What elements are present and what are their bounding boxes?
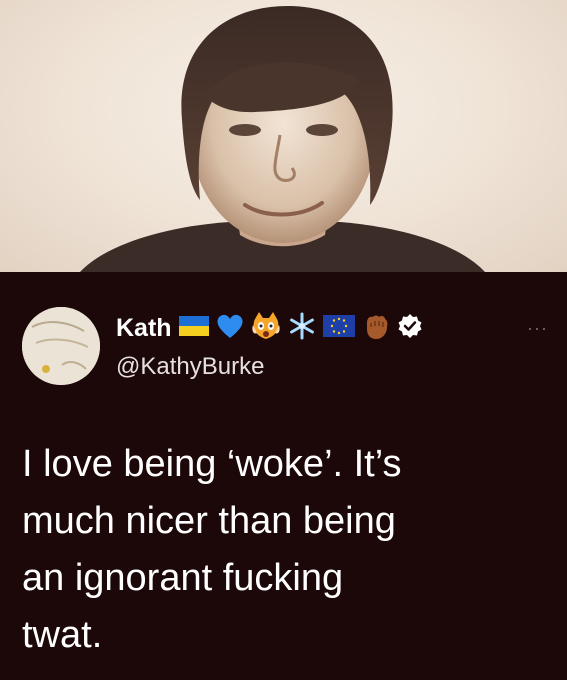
- verified-badge-icon: [397, 313, 423, 344]
- blue-heart-icon: [216, 313, 244, 344]
- header-photo: [0, 0, 567, 272]
- snowflake-icon: [288, 312, 316, 345]
- avatar-image: [22, 307, 100, 385]
- user-handle[interactable]: @KathyBurke: [116, 352, 264, 382]
- tweet-text-line: I love being ‘woke’. It’s: [22, 443, 402, 485]
- tweet-text-line: twat.: [22, 614, 103, 656]
- name-row: Kath: [116, 310, 423, 346]
- tweet-text-line: much nicer than being: [22, 500, 396, 542]
- tweet-text-line: an ignorant fucking: [22, 557, 344, 599]
- portrait-illustration: [80, 5, 485, 272]
- avatar[interactable]: [22, 307, 100, 385]
- raised-fist-icon: [362, 311, 390, 346]
- display-name[interactable]: Kath: [116, 313, 172, 343]
- eu-flag-icon: [322, 314, 355, 342]
- ukraine-flag-icon: [178, 315, 209, 341]
- more-options-icon[interactable]: ···: [527, 318, 548, 338]
- shocked-cat-icon: [251, 311, 281, 346]
- tweet-text: I love being ‘woke’. It’s much nicer tha…: [22, 436, 552, 664]
